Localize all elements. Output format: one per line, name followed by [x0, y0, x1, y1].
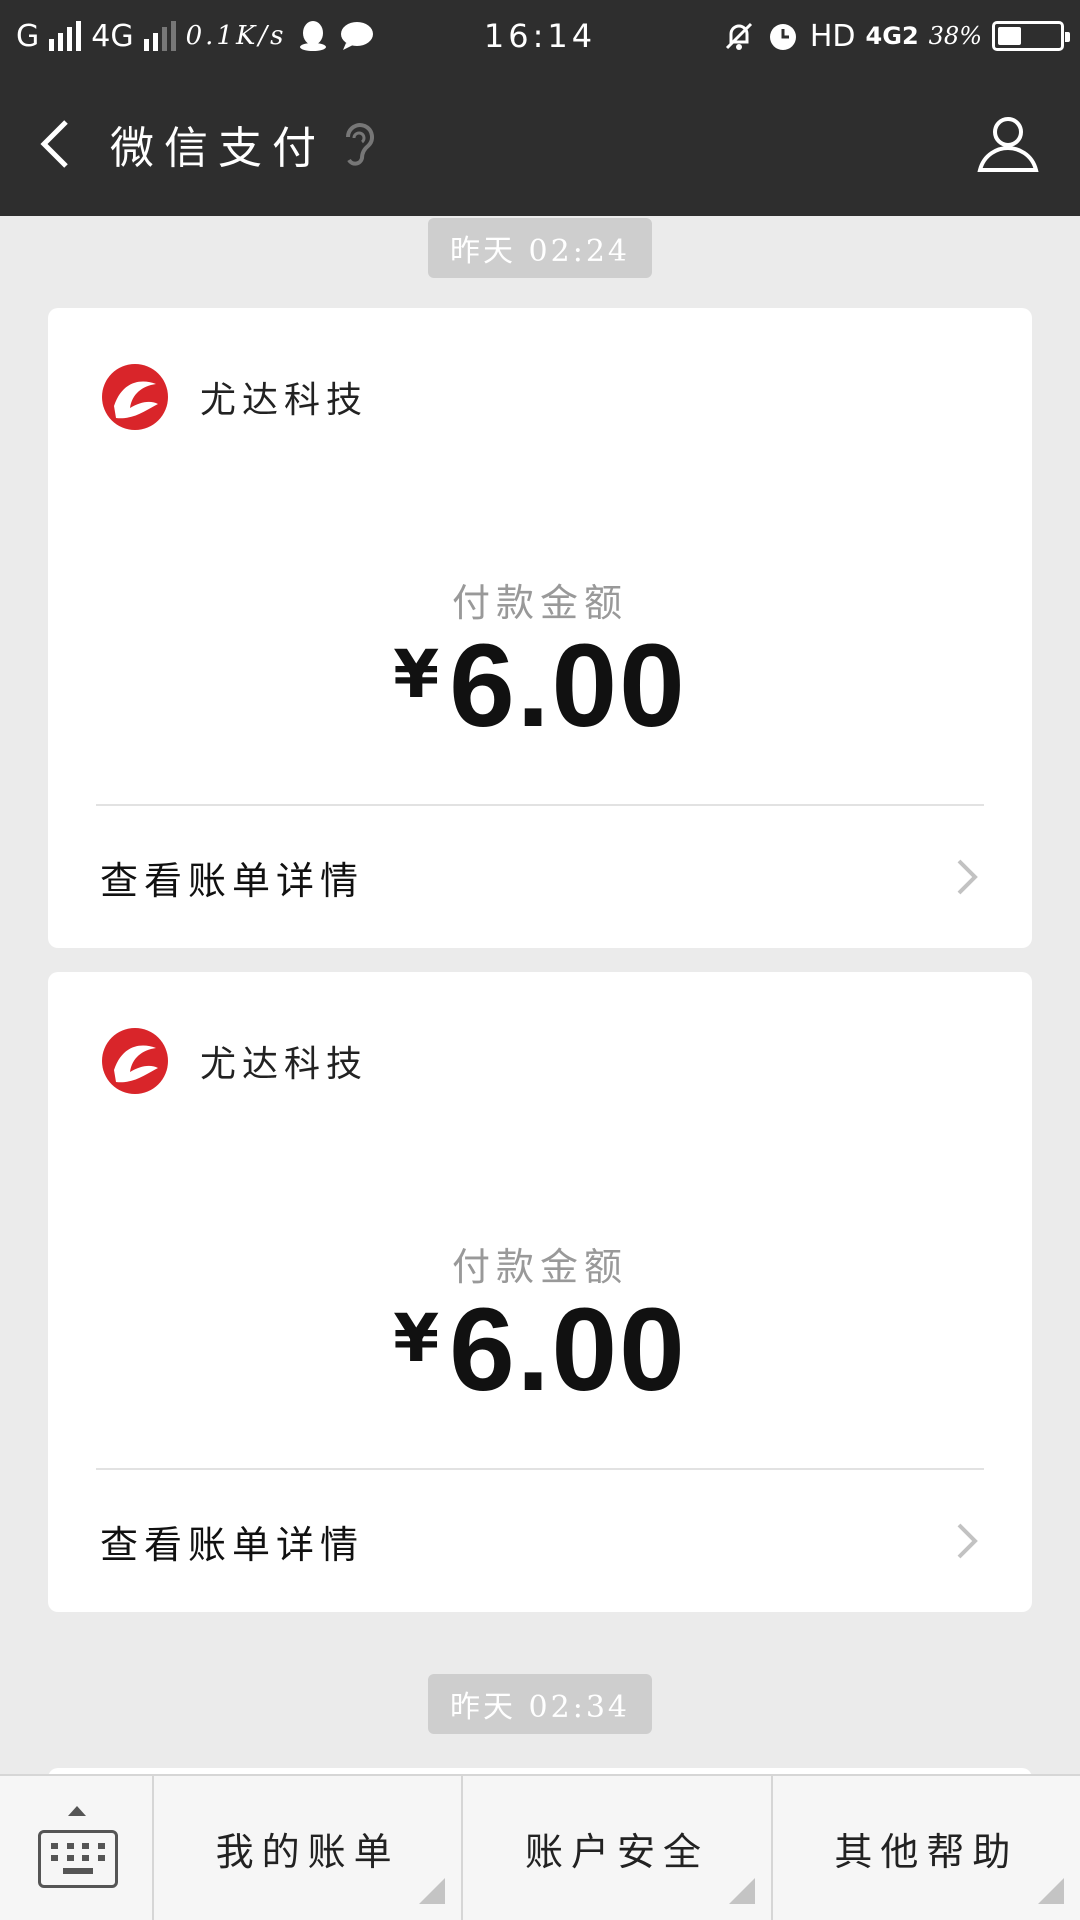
submenu-indicator-icon	[1037, 1878, 1064, 1904]
timestamp: 昨天 02:24	[428, 218, 652, 278]
menu-account-security[interactable]: 账户安全	[463, 1776, 773, 1920]
profile-button[interactable]	[976, 112, 1040, 176]
menu-label: 账户安全	[524, 1829, 709, 1874]
caret-up-icon	[68, 1806, 86, 1816]
menu-other-help[interactable]: 其他帮助	[773, 1776, 1080, 1920]
detail-label: 查看账单详情	[100, 1522, 365, 1567]
battery-icon	[992, 21, 1070, 51]
amount: ¥6.00	[48, 1282, 1032, 1418]
detail-label: 查看账单详情	[100, 858, 365, 903]
alarm-icon	[766, 19, 800, 53]
chevron-right-icon	[957, 859, 978, 895]
merchant-name: 尤达科技	[200, 1044, 369, 1085]
amount: ¥6.00	[48, 618, 1032, 754]
bottom-menu: 我的账单 账户安全 其他帮助	[0, 1774, 1080, 1920]
menu-my-bills[interactable]: 我的账单	[154, 1776, 464, 1920]
battery-percent: 38%	[928, 22, 982, 50]
submenu-indicator-icon	[419, 1878, 446, 1904]
merchant-logo-icon	[102, 1028, 168, 1094]
menu-label: 其他帮助	[834, 1829, 1019, 1874]
keyboard-toggle-button[interactable]	[0, 1776, 154, 1920]
currency-symbol: ¥	[393, 636, 440, 713]
amount-value: 6.00	[449, 620, 687, 752]
hd-label: HD	[809, 18, 856, 54]
nav-bar: 微信支付	[0, 72, 1080, 216]
network-type-label: 4G2	[865, 22, 919, 50]
merchant-name: 尤达科技	[200, 380, 369, 421]
chevron-right-icon	[957, 1523, 978, 1559]
payment-card[interactable]: 尤达科技 付款金额 ¥6.00 查看账单详情	[48, 308, 1032, 948]
status-bar: G 4G 0.1K/s 16:14 HD 4G2 38%	[0, 0, 1080, 72]
person-icon	[977, 117, 1039, 172]
page-title: 微信支付	[110, 123, 326, 174]
back-arrow-icon	[40, 120, 68, 168]
timestamp: 昨天 02:34	[428, 1674, 652, 1734]
submenu-indicator-icon	[728, 1878, 755, 1904]
payment-card[interactable]: 尤达科技 付款金额 ¥6.00 查看账单详情	[48, 972, 1032, 1612]
view-bill-details-row[interactable]: 查看账单详情	[48, 806, 1032, 948]
status-right: HD 4G2 38%	[722, 18, 1070, 54]
keyboard-icon	[38, 1830, 118, 1888]
amount-value: 6.00	[449, 1284, 687, 1416]
back-button[interactable]	[0, 72, 110, 216]
merchant-logo-icon	[102, 364, 168, 430]
bell-off-icon	[722, 19, 756, 53]
merchant-row: 尤达科技	[100, 1026, 368, 1096]
ear-icon	[340, 121, 374, 167]
currency-symbol: ¥	[393, 1300, 440, 1377]
menu-label: 我的账单	[215, 1829, 400, 1874]
merchant-row: 尤达科技	[100, 362, 368, 432]
view-bill-details-row[interactable]: 查看账单详情	[48, 1470, 1032, 1612]
